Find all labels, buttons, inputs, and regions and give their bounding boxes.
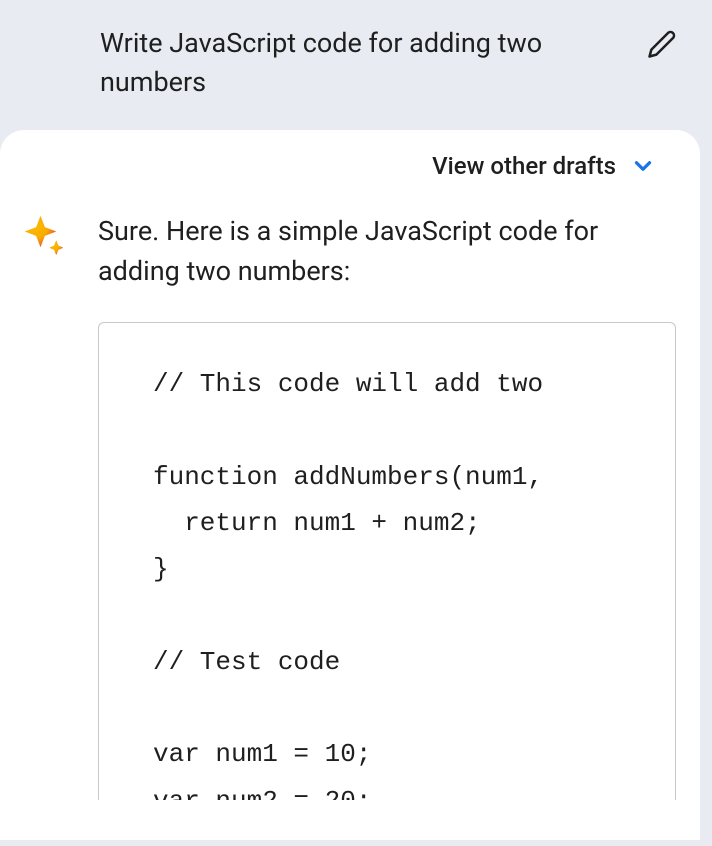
view-drafts-label: View other drafts [432,152,616,180]
response-main: Sure. Here is a simple JavaScript code f… [98,212,676,800]
response-body: Sure. Here is a simple JavaScript code f… [0,186,700,800]
chevron-down-icon [630,153,656,179]
ai-avatar [18,212,70,256]
edit-prompt-button[interactable] [640,22,684,66]
view-drafts-button[interactable]: View other drafts [0,152,700,186]
prompt-area: Write JavaScript code for adding two num… [0,0,712,130]
prompt-text: Write JavaScript code for adding two num… [100,24,620,102]
response-intro-text: Sure. Here is a simple JavaScript code f… [98,212,676,292]
response-card: View other drafts Sure. Her [0,130,700,840]
sparkle-icon [23,214,65,256]
code-block: // This code will add two function addNu… [98,322,676,800]
pencil-icon [647,29,677,59]
